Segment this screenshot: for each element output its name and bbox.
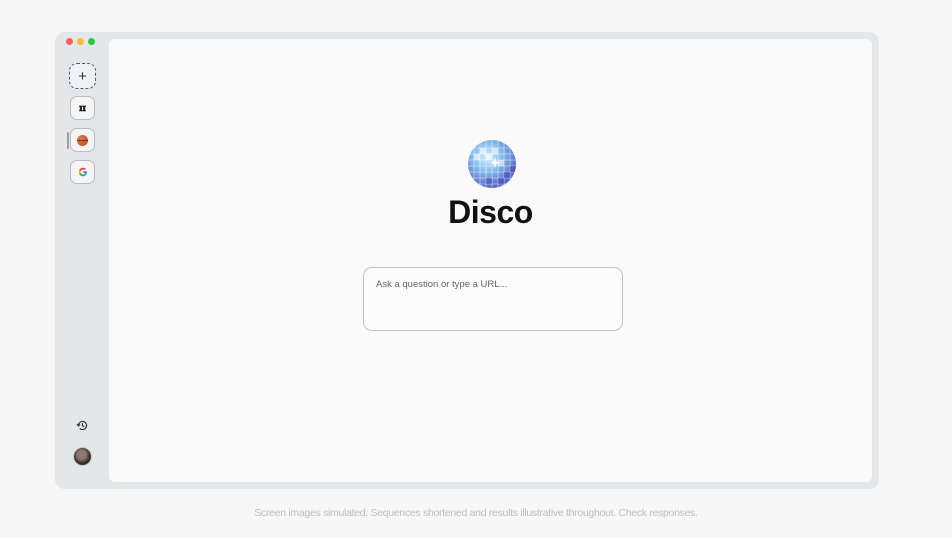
history-icon[interactable] [76, 419, 89, 432]
app-title: Disco [448, 194, 533, 230]
new-tab-button[interactable]: + [69, 63, 96, 89]
disclaimer-text: Screen images simulated. Sequences short… [254, 507, 698, 519]
disco-ball-icon [468, 140, 516, 188]
sidebar: + ℼ [55, 32, 109, 489]
main-content: Disco [109, 39, 872, 482]
search-box[interactable] [363, 267, 623, 331]
nyt-icon: ℼ [78, 102, 87, 114]
search-input[interactable] [376, 279, 610, 319]
user-avatar[interactable] [73, 447, 92, 466]
active-tab-indicator [67, 132, 69, 149]
google-icon [78, 167, 87, 177]
basketball-icon [77, 134, 88, 146]
tab-basketball[interactable] [70, 128, 95, 152]
tab-google[interactable] [70, 160, 95, 184]
tab-nyt[interactable]: ℼ [70, 96, 95, 120]
browser-window: + ℼ Disco Ask a question or type a URL..… [55, 32, 879, 489]
plus-icon: + [78, 67, 87, 85]
